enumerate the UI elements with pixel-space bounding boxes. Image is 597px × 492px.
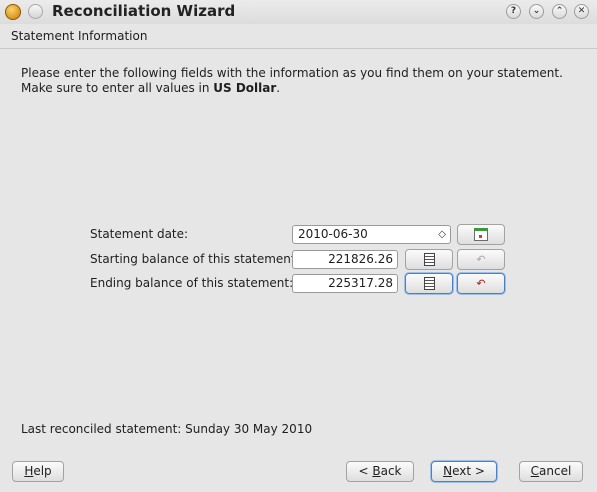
close-button[interactable]: ✕: [574, 4, 589, 19]
page-heading: Statement Information: [11, 29, 148, 43]
ending-undo-button[interactable]: ↶: [457, 273, 505, 294]
back-button[interactable]: < Back: [346, 461, 414, 482]
calculator-icon: [423, 253, 435, 266]
starting-calculator-button[interactable]: [405, 249, 453, 270]
instructions-text: Please enter the following fields with t…: [21, 66, 563, 95]
date-spin-icon[interactable]: ◇: [438, 227, 446, 242]
calendar-button[interactable]: [457, 224, 505, 245]
starting-balance-label: Starting balance of this statement:: [90, 252, 300, 266]
help-button[interactable]: Help: [12, 461, 64, 482]
starting-balance-field[interactable]: 221826.26: [292, 250, 398, 269]
statement-date-value: 2010-06-30: [298, 227, 368, 241]
window-title: Reconciliation Wizard: [52, 2, 236, 20]
window-menu-button[interactable]: [28, 4, 43, 19]
cancel-button[interactable]: Cancel: [519, 461, 583, 482]
heading-separator: [0, 48, 597, 49]
undo-icon: ↶: [476, 253, 486, 266]
calculator-icon: [423, 277, 435, 290]
title-bar[interactable]: Reconciliation Wizard ? ⌄ ⌃ ✕: [0, 0, 597, 24]
ending-balance-label: Ending balance of this statement:: [90, 276, 294, 290]
app-icon[interactable]: [5, 4, 21, 20]
statement-date-label: Statement date:: [90, 227, 189, 241]
ending-calculator-button[interactable]: [405, 273, 453, 294]
ending-balance-field[interactable]: 225317.28: [292, 274, 398, 293]
last-reconciled-status: Last reconciled statement: Sunday 30 May…: [21, 422, 313, 436]
starting-undo-button[interactable]: ↶: [457, 249, 505, 270]
calendar-icon: [474, 228, 488, 241]
currency-name: US Dollar: [213, 81, 277, 95]
minimize-button[interactable]: ⌄: [529, 4, 544, 19]
undo-icon: ↶: [476, 277, 486, 290]
next-button[interactable]: Next >: [431, 461, 497, 482]
statement-date-field[interactable]: 2010-06-30 ◇: [292, 225, 451, 244]
maximize-button[interactable]: ⌃: [552, 4, 567, 19]
help-window-button[interactable]: ?: [506, 4, 521, 19]
